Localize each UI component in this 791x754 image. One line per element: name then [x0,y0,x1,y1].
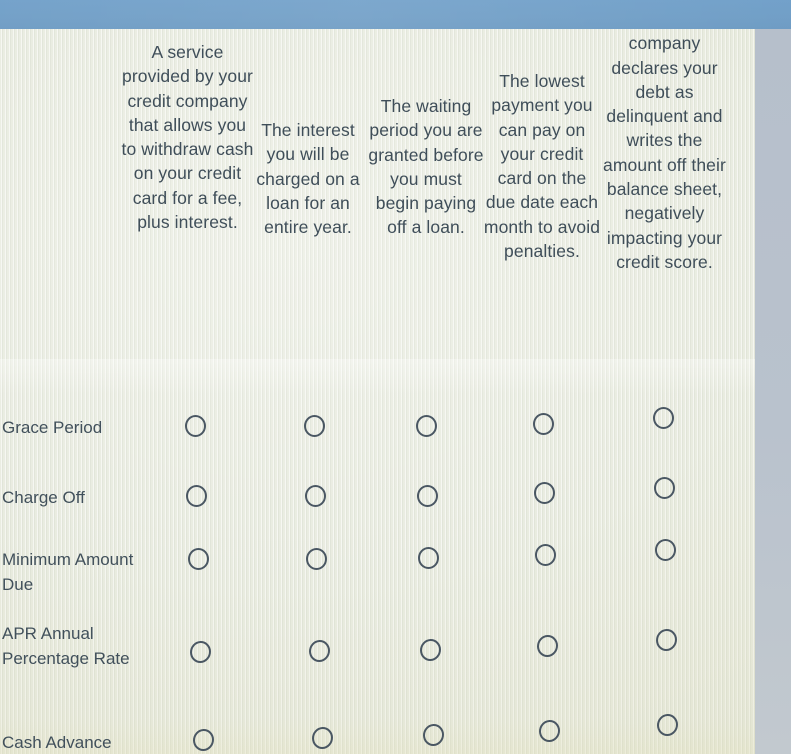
radio-minimum-amount-due-col0[interactable] [188,548,209,570]
radio-charge-off-col3[interactable] [534,482,555,504]
radio-grace-period-col1[interactable] [304,415,325,437]
radio-charge-off-col1[interactable] [305,485,326,507]
radio-minimum-amount-due-col3[interactable] [535,544,556,566]
row-label-minimum-amount-due: Minimum Amount Due [2,550,134,594]
radio-charge-off-col0[interactable] [186,485,207,507]
radio-cash-advance-col1[interactable] [311,726,334,750]
radio-apr-col0[interactable] [189,640,212,664]
column-header-2: The waiting period you are granted befor… [368,96,484,238]
radio-minimum-amount-due-col4[interactable] [655,539,676,561]
off-screen-right-strip [755,29,791,754]
radio-grace-period-col4[interactable] [653,407,674,429]
column-header-3: The lowest payment you can pay on your c… [483,71,601,262]
matching-table: A service provided by your credit compan… [0,29,755,754]
radio-charge-off-col4[interactable] [654,477,675,499]
radio-apr-col2[interactable] [419,638,442,662]
row-label-cash-advance: Cash Advance [2,733,112,752]
radio-charge-off-col2[interactable] [417,485,438,507]
radio-cash-advance-col0[interactable] [192,728,215,752]
radio-grace-period-col3[interactable] [533,413,554,435]
row-label-charge-off: Charge Off [2,488,85,507]
radio-grace-period-col2[interactable] [416,415,437,437]
status-bar [0,0,791,29]
radio-apr-col1[interactable] [308,639,331,663]
column-header-1: The interest you will be charged on a lo… [256,120,360,238]
radio-apr-col4[interactable] [655,628,678,652]
radio-grace-period-col0[interactable] [185,415,206,437]
column-header-4: your credit company declares your debt a… [603,33,726,272]
quiz-sheet: A service provided by your credit compan… [0,29,755,754]
column-header-0: A service provided by your credit compan… [121,42,254,233]
row-label-grace-period: Grace Period [2,418,103,437]
row-label-apr-annual-percentage-rate: APR Annual Percentage Rate [2,624,130,668]
radio-minimum-amount-due-col1[interactable] [306,548,327,570]
radio-cash-advance-col2[interactable] [422,723,445,747]
radio-minimum-amount-due-col2[interactable] [418,547,439,569]
radio-apr-col3[interactable] [536,634,559,658]
radio-cash-advance-col4[interactable] [656,713,679,737]
radio-cash-advance-col3[interactable] [538,719,561,743]
status-bar-sheen [0,0,791,29]
